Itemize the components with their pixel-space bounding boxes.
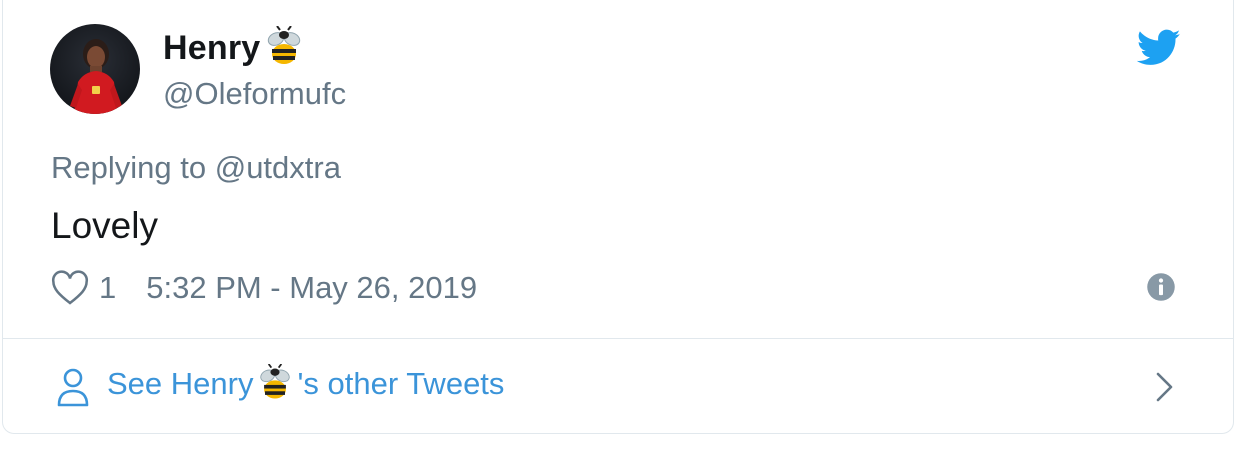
chevron-right-icon[interactable] [1152,369,1178,405]
like-count[interactable]: 1 [99,270,116,306]
tweet-text: Lovely [51,205,158,246]
tweet-meta-row: 1 5:32 PM - May 26, 2019 [51,268,477,308]
avatar[interactable] [50,24,140,114]
user-handle[interactable]: @Oleformufc [163,76,346,112]
see-other-tweets-prefix: See Henry [107,366,254,401]
see-other-tweets-label[interactable]: See Henry 's other Tweets [107,363,505,404]
twitter-bird-icon[interactable] [1136,28,1181,68]
bee-emoji-icon [255,363,295,404]
reply-mention-link[interactable]: @utdxtra [215,150,341,185]
bee-emoji-icon [262,25,306,70]
person-icon [56,367,90,407]
replying-to-line: Replying to @utdxtra [51,150,341,186]
heart-icon[interactable] [51,270,89,306]
replying-to-label: Replying to [51,150,207,185]
tweet-timestamp[interactable]: 5:32 PM - May 26, 2019 [146,270,477,306]
info-icon[interactable] [1146,272,1176,302]
see-other-tweets-suffix: 's other Tweets [297,366,505,401]
see-other-tweets-link[interactable]: See Henry 's other Tweets [2,339,1234,433]
user-name-row[interactable]: Henry [163,25,306,70]
display-name[interactable]: Henry [163,29,260,68]
